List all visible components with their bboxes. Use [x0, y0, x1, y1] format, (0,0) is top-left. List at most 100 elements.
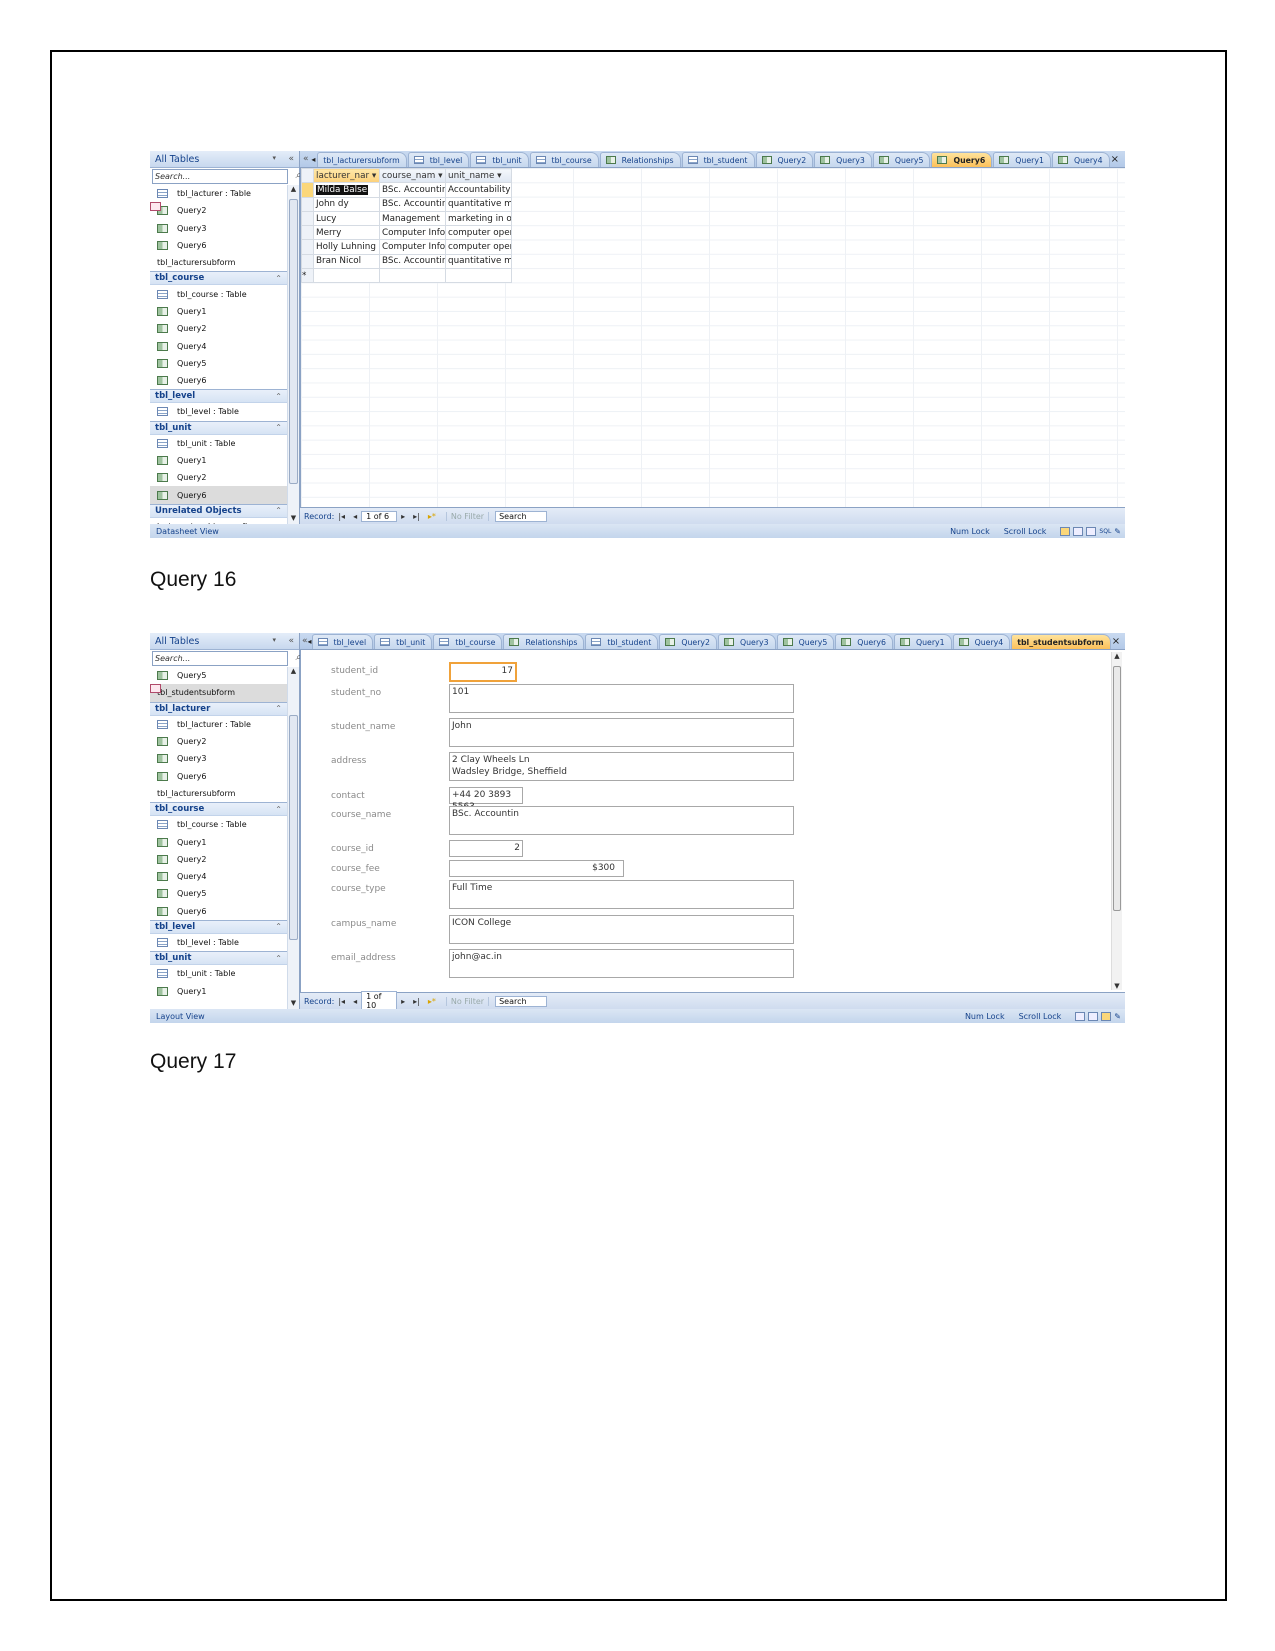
scroll-up-icon[interactable]: ▲ [288, 667, 299, 677]
nav-item[interactable]: tbl_lacturer : Table [150, 185, 287, 202]
record-search-input[interactable]: Search [495, 510, 548, 522]
first-record-icon[interactable]: |◂ [338, 997, 345, 1006]
document-tab[interactable]: Query6 [931, 152, 993, 167]
nav-item[interactable]: tbl_course : Table [150, 285, 287, 302]
document-tab[interactable]: Relationships [503, 634, 585, 649]
document-tab[interactable]: tbl_lacturersubform [300, 152, 407, 176]
tab-scroll-left-icon[interactable]: ◂ [308, 637, 312, 646]
design-view-icon[interactable]: ✎ [1114, 527, 1121, 536]
new-record-icon[interactable]: ▸* [428, 997, 436, 1006]
layout-view-icon[interactable] [1101, 1011, 1112, 1021]
table-cell[interactable]: Lucy [313, 210, 380, 227]
nav-item[interactable]: Query4 [150, 337, 287, 354]
table-cell[interactable]: computer oper [445, 239, 512, 255]
collapse-group-icon[interactable]: ⌃ [275, 922, 282, 931]
nav-item[interactable]: Query2 [150, 320, 287, 337]
collapse-group-icon[interactable]: ⌃ [275, 392, 282, 401]
nav-item[interactable]: Query5 [150, 355, 287, 372]
course-name-field[interactable]: BSc. Accountin [449, 806, 794, 835]
nav-item[interactable]: Query2 [150, 851, 287, 868]
nav-scrollbar[interactable]: ▲ ▼ [287, 185, 299, 524]
student-no-field[interactable]: 101 [449, 684, 794, 713]
nav-item[interactable]: tbl_level : Table [150, 934, 287, 951]
nav-item[interactable]: Query2 [150, 733, 287, 750]
table-cell[interactable]: BSc. Accountin [379, 182, 446, 198]
campus-name-field[interactable]: ICON College [449, 915, 794, 944]
nav-group-header[interactable]: Unrelated Objects ⌃ [150, 503, 287, 518]
nav-item[interactable]: tbl_course : Table [150, 816, 287, 833]
pivot-chart-view-icon[interactable] [1086, 526, 1097, 536]
document-tab[interactable]: Query3 [717, 634, 776, 649]
nav-item[interactable]: Query1 [150, 982, 287, 999]
nav-pane-header[interactable]: All Tables ▾ « [150, 151, 299, 168]
chevron-down-icon[interactable]: ▾ [272, 154, 282, 164]
nav-group-header[interactable]: tbl_level ⌃ [150, 919, 287, 934]
table-row[interactable]: Lucy Management marketing in o| [301, 210, 512, 227]
contact-field[interactable]: +44 20 3893 5563 [449, 787, 523, 812]
record-search-input[interactable]: Search [495, 995, 548, 1007]
table-cell[interactable]: Computer Info [379, 225, 446, 241]
nav-item[interactable]: Query6 [150, 372, 287, 389]
next-record-icon[interactable]: ▸ [401, 512, 405, 521]
table-cell[interactable] [313, 268, 380, 284]
nav-item[interactable]: tbl_studentsubform [150, 684, 287, 702]
nav-item[interactable]: tbl_level : Table [150, 403, 287, 420]
email-address-field[interactable]: john@ac.in [449, 949, 794, 978]
last-record-icon[interactable]: ▸| [413, 997, 420, 1006]
document-tab[interactable]: Query4 [952, 634, 1011, 649]
document-tab[interactable]: Query1 [993, 152, 1051, 167]
nav-item[interactable]: tbl_unit : Table [150, 965, 287, 982]
course-type-field[interactable]: Full Time [449, 880, 794, 909]
document-tab[interactable]: Query6 [835, 634, 893, 649]
nav-item[interactable]: Query2 [150, 469, 287, 486]
scroll-down-icon[interactable]: ▼ [1112, 982, 1122, 990]
record-selector[interactable] [301, 210, 314, 227]
pivot-table-view-icon[interactable] [1073, 526, 1084, 536]
document-tab[interactable]: tbl_student [585, 634, 659, 649]
nav-item[interactable]: Query3 [150, 750, 287, 767]
nav-item[interactable]: Query2 [150, 202, 287, 219]
nav-item[interactable]: Query6 [150, 767, 287, 784]
scroll-down-icon[interactable]: ▼ [288, 514, 299, 524]
collapse-pane-icon[interactable]: « [288, 636, 294, 646]
expand-pane-icon[interactable]: « [302, 154, 310, 164]
prev-record-icon[interactable]: ◂ [353, 997, 357, 1006]
chevron-down-icon[interactable]: ▾ [272, 636, 282, 646]
nav-group-header[interactable]: tbl_level ⌃ [150, 389, 287, 404]
scroll-up-icon[interactable]: ▲ [288, 185, 299, 195]
nav-item[interactable]: Query1 [150, 452, 287, 469]
nav-item[interactable]: Query1 [150, 303, 287, 320]
table-row[interactable]: Holly Luhning Computer Info computer oper [301, 239, 512, 255]
collapse-group-icon[interactable]: ⌃ [275, 954, 282, 963]
table-cell[interactable]: BSc. Accountin [379, 253, 446, 270]
table-cell[interactable] [445, 268, 512, 284]
table-row[interactable]: Merry Computer Info computer oper [301, 225, 512, 241]
nav-item[interactable]: Query1 [150, 833, 287, 850]
sql-view-button[interactable]: SQL [1099, 528, 1111, 535]
document-tab[interactable]: Query1 [893, 634, 952, 649]
nav-item[interactable]: Query5 [150, 667, 287, 684]
table-cell[interactable]: Milda Balse [313, 182, 380, 198]
student-id-field[interactable]: 17 [449, 662, 517, 682]
nav-group-header[interactable]: tbl_course ⌃ [150, 802, 287, 817]
record-selector[interactable] [301, 182, 314, 198]
record-selector[interactable] [301, 239, 314, 255]
document-tab[interactable]: Query2 [659, 634, 717, 649]
collapse-group-icon[interactable]: ⌃ [275, 274, 282, 283]
table-cell[interactable]: quantitative m [445, 253, 512, 270]
table-cell[interactable]: marketing in o| [445, 210, 512, 227]
table-cell[interactable]: BSc. Accountin [379, 196, 446, 212]
document-tab[interactable]: tbl_unit [470, 152, 529, 167]
record-position[interactable]: 1 of 10 [361, 991, 398, 1011]
table-cell[interactable]: Computer Info [379, 239, 446, 255]
table-row[interactable]: Milda Balse BSc. Accountin Accountability [301, 182, 512, 198]
record-selector[interactable] [301, 196, 314, 212]
document-tab[interactable]: Query3 [814, 152, 872, 167]
collapse-pane-icon[interactable]: « [288, 154, 294, 164]
scroll-thumb[interactable] [289, 715, 298, 940]
record-position[interactable]: 1 of 6 [361, 510, 398, 522]
column-header[interactable]: lacturer_nar ▾ [313, 168, 380, 184]
select-all-cell[interactable] [301, 168, 314, 184]
new-record-row[interactable]: * [301, 268, 512, 284]
nav-item[interactable]: Query6 [150, 237, 287, 254]
